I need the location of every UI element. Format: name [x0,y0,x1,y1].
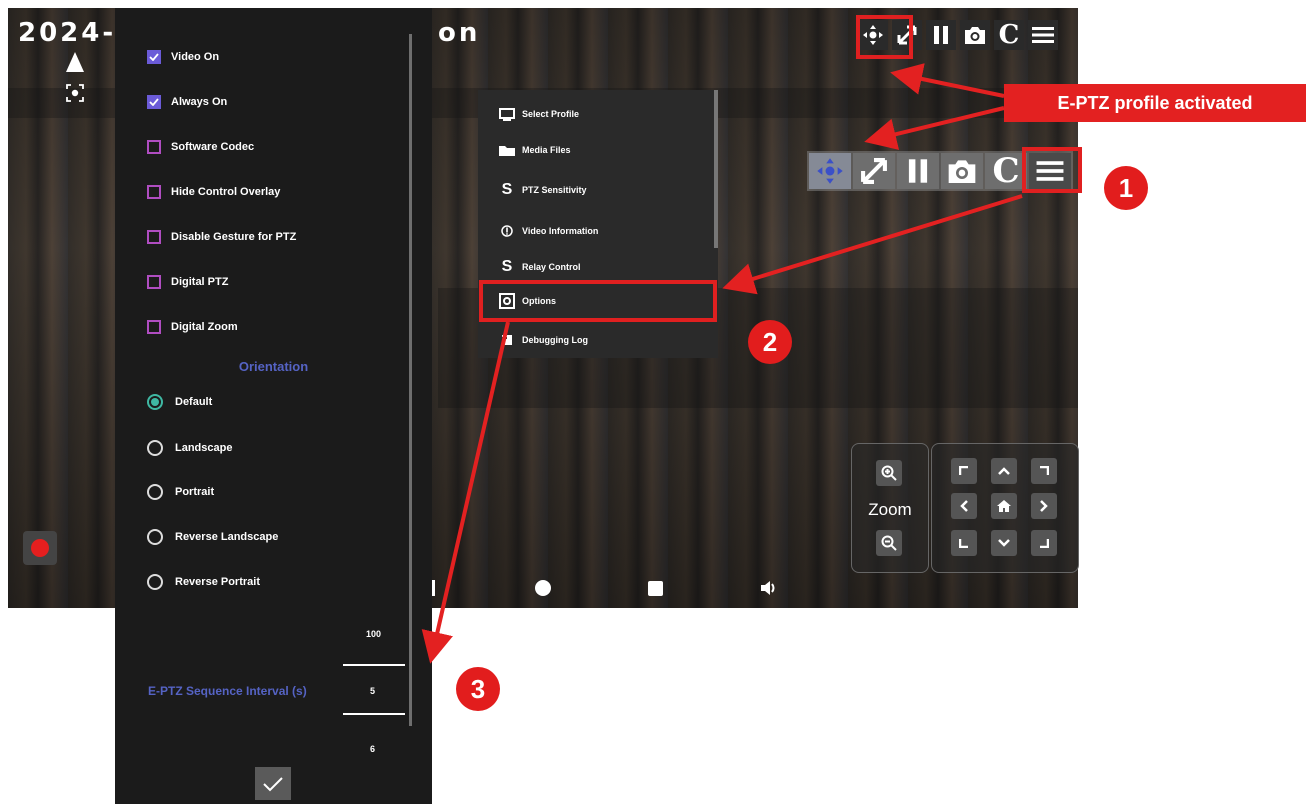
option-digital-ptz[interactable]: Digital PTZ [147,275,228,289]
radio-icon[interactable] [147,529,163,545]
highlight-menu-button [1022,147,1082,193]
annotation-banner: E-PTZ profile activated [1004,84,1306,122]
menu-item-debugging-log[interactable]: Debugging Log [478,322,714,358]
radio-icon[interactable] [147,484,163,500]
record-button[interactable] [23,531,57,565]
option-disable-gesture-ptz[interactable]: Disable Gesture for PTZ [147,230,296,244]
zoom-in-button[interactable] [876,460,902,486]
menu-item-video-information[interactable]: Video Information [478,213,714,249]
zoom-pad: Zoom [851,443,929,573]
checkbox-icon[interactable] [147,320,161,334]
home-button[interactable] [991,493,1017,519]
camera-icon[interactable] [941,153,983,189]
orientation-reverse-landscape[interactable]: Reverse Landscape [147,529,278,545]
menu-item-media-files[interactable]: Media Files [478,132,714,168]
checkbox-icon[interactable] [147,275,161,289]
home-icon [997,500,1011,512]
pan-right-button[interactable] [1031,493,1057,519]
checkbox-checked-icon[interactable] [147,95,161,109]
camera-title-end: on [438,18,481,48]
checkbox-checked-icon[interactable] [147,50,161,64]
step-badge-1: 1 [1104,166,1148,210]
pan-up-right-button[interactable] [1031,458,1057,484]
play-circle-icon[interactable] [535,576,551,600]
record-dot-icon [31,539,49,557]
menu-icon[interactable] [1028,20,1058,50]
confirm-button[interactable] [255,767,291,800]
zoom-in-icon [881,465,897,481]
option-video-on[interactable]: Video On [147,50,219,64]
ptz-arrow-icon[interactable] [853,153,895,189]
context-menu-scrollbar[interactable] [714,90,718,248]
orientation-default[interactable]: Default [147,394,212,410]
option-software-codec[interactable]: Software Codec [147,140,254,154]
navigation-arrow-icon[interactable] [66,52,84,72]
c-button[interactable]: C [985,153,1027,189]
option-always-on[interactable]: Always On [147,95,227,109]
options-panel: Video On Always On Software Codec Hide C… [115,8,432,804]
menu-item-ptz-sensitivity[interactable]: S PTZ Sensitivity [478,172,714,208]
pan-up-left-button[interactable] [951,458,977,484]
radio-icon[interactable] [147,440,163,456]
zoom-out-icon [881,535,897,551]
option-hide-control-overlay[interactable]: Hide Control Overlay [147,185,280,199]
highlight-ptz-top [856,15,913,59]
step-badge-3: 3 [456,667,500,711]
option-digital-zoom[interactable]: Digital Zoom [147,320,238,334]
step-badge-2: 2 [748,320,792,364]
menu-item-select-profile[interactable]: Select Profile [478,96,714,132]
s-icon: S [501,181,513,198]
radio-selected-icon[interactable] [147,394,163,410]
ptz-pad [931,443,1079,573]
orientation-reverse-portrait[interactable]: Reverse Portrait [147,574,260,590]
orientation-landscape[interactable]: Landscape [147,440,232,456]
c-button[interactable]: C [994,20,1024,50]
checkbox-icon[interactable] [147,230,161,244]
pan-left-button[interactable] [951,493,977,519]
picker-divider-top [343,664,405,666]
speaker-icon[interactable] [760,576,778,600]
highlight-options-item [479,280,717,322]
checkbox-icon[interactable] [147,140,161,154]
checkbox-icon[interactable] [147,185,161,199]
zoom-out-button[interactable] [876,530,902,556]
picker-value-above[interactable]: 100 [366,629,381,639]
zoom-label: Zoom [868,500,912,519]
camera-title: 2024- [18,18,117,48]
folder-icon [492,144,522,157]
monitor-icon [492,107,522,121]
picker-value-below[interactable]: 6 [370,744,375,754]
pause-icon[interactable] [897,153,939,189]
pan-down-right-button[interactable] [1031,530,1057,556]
log-icon [492,334,522,346]
info-icon [492,225,522,237]
pan-down-left-button[interactable] [951,530,977,556]
eptz-sequence-interval-label: E-PTZ Sequence Interval (s) [148,684,307,698]
pan-up-button[interactable] [991,458,1017,484]
s-icon: S [501,258,513,275]
orientation-portrait[interactable]: Portrait [147,484,214,500]
orientation-heading: Orientation [238,359,309,374]
checkmark-icon [263,776,283,791]
stop-icon[interactable] [648,576,663,600]
picker-divider-bottom [343,713,405,715]
options-scrollbar[interactable] [409,34,412,726]
camera-icon[interactable] [960,20,990,50]
radio-icon[interactable] [147,574,163,590]
move-icon[interactable] [809,153,851,189]
focus-icon[interactable] [66,84,84,102]
picker-value-selected[interactable]: 5 [370,686,375,696]
pan-down-button[interactable] [991,530,1017,556]
pause-icon[interactable] [926,20,956,50]
